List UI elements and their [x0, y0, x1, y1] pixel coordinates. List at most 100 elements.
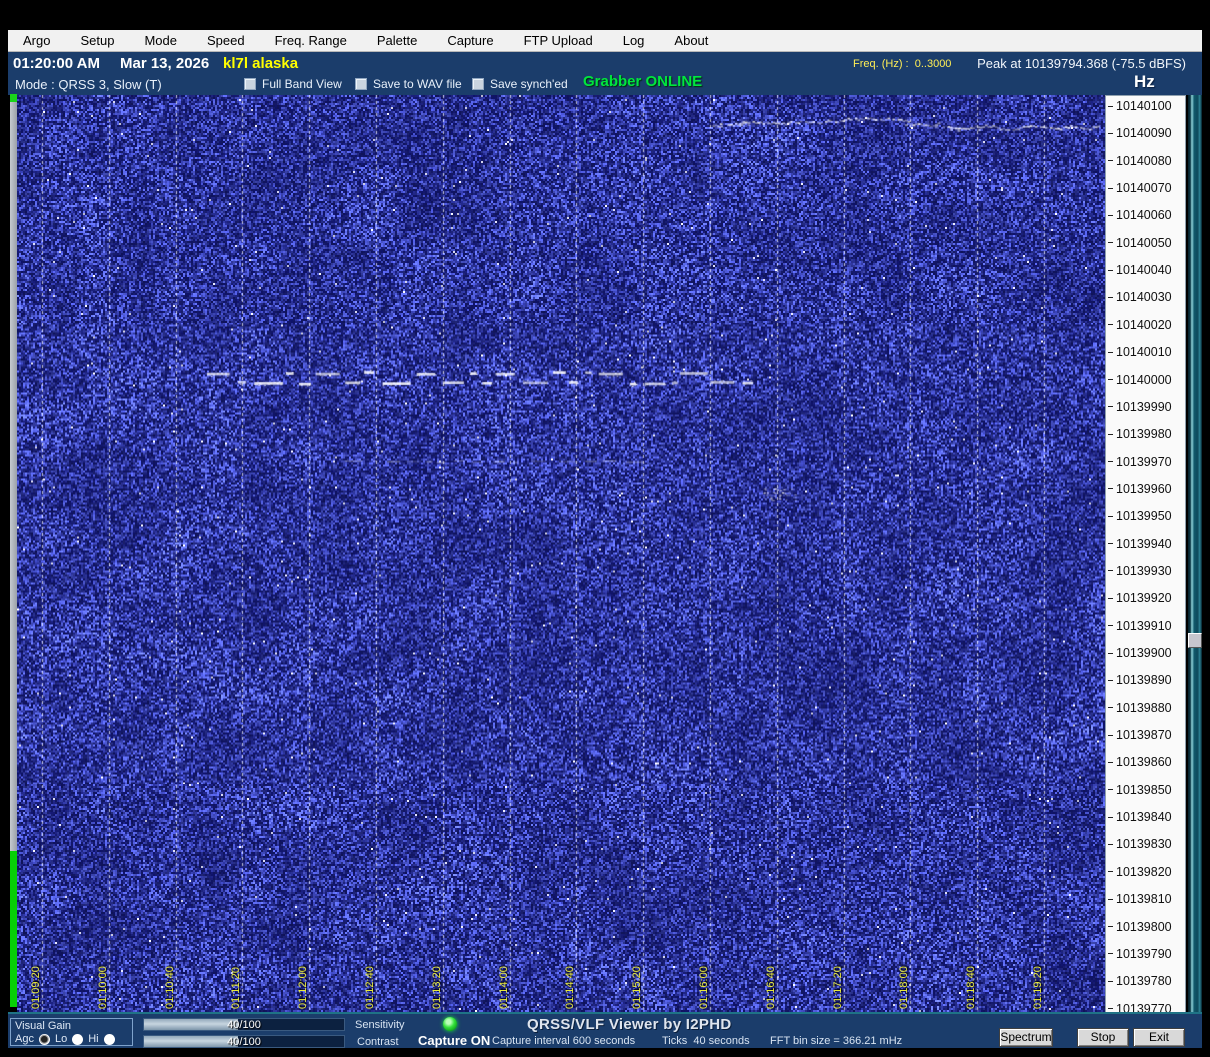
freq-tick-mark	[1108, 269, 1113, 271]
freq-tick-mark	[1108, 789, 1113, 791]
menu-item-ftp-upload[interactable]: FTP Upload	[509, 33, 608, 48]
freq-value: 10140060	[1116, 208, 1172, 223]
freq-value: 10139840	[1116, 810, 1172, 825]
grabber-online-status: Grabber ONLINE	[583, 73, 703, 90]
freq-value: 10139790	[1116, 946, 1172, 961]
freq-scale-label: 10139790	[1108, 946, 1172, 961]
menu-item-argo[interactable]: Argo	[8, 33, 65, 48]
time-label: 01:12:00	[297, 966, 309, 1009]
freq-value: 10139860	[1116, 755, 1172, 770]
scrollbar-thumb[interactable]	[1188, 633, 1202, 648]
time-label: 01:09:20	[30, 966, 42, 1009]
freq-tick-mark	[1108, 105, 1113, 107]
freq-tick-mark	[1108, 898, 1113, 900]
time-label: 01:17:20	[832, 966, 844, 1009]
progress-top-cap	[10, 94, 17, 102]
freq-scale-label: 10139800	[1108, 920, 1172, 934]
freq-scale-label: 10139980	[1108, 427, 1172, 442]
freq-tick-mark	[1108, 843, 1113, 845]
freq-scale-label: 10139990	[1108, 400, 1172, 414]
sensitivity-value: 40/100	[227, 1019, 261, 1031]
contrast-slider[interactable]: 40/100	[143, 1035, 345, 1048]
freq-tick-mark	[1108, 543, 1113, 545]
visual-gain-group: Visual Gain Agc Lo Hi	[10, 1018, 133, 1046]
freq-tick-mark	[1108, 597, 1113, 599]
menu-item-about[interactable]: About	[659, 33, 723, 48]
freq-value: 10139910	[1116, 618, 1172, 633]
menu-item-mode[interactable]: Mode	[129, 33, 192, 48]
freq-tick-mark	[1108, 1008, 1113, 1010]
freq-tick-mark	[1108, 980, 1113, 982]
freq-unit-label: Hz	[1134, 72, 1155, 91]
spectrum-button[interactable]: Spectrum	[999, 1028, 1053, 1047]
freq-tick-mark	[1108, 926, 1113, 927]
freq-scale-label: 10139950	[1108, 509, 1172, 524]
freq-value: 10140090	[1116, 126, 1172, 141]
menu-item-setup[interactable]: Setup	[65, 33, 129, 48]
freq-tick-mark	[1108, 707, 1113, 709]
menu-item-palette[interactable]: Palette	[362, 33, 432, 48]
menu-item-capture[interactable]: Capture	[432, 33, 508, 48]
menu-item-freq-range[interactable]: Freq. Range	[260, 33, 362, 48]
menu-bar: Argo Setup Mode Speed Freq. Range Palett…	[8, 30, 1202, 52]
freq-tick-mark	[1108, 625, 1113, 627]
freq-scale-label: 10139970	[1108, 455, 1172, 469]
visual-gain-title: Visual Gain	[15, 1020, 72, 1032]
freq-scale-label: 10140010	[1108, 345, 1172, 359]
freq-tick-mark	[1108, 160, 1113, 162]
time-label: 01:18:00	[898, 966, 910, 1009]
waterfall: 01:09:20 01:10:00 01:10:40 01:11:20 01:12:00…	[17, 95, 1105, 1012]
app-title: QRSS/VLF Viewer by I2PHD	[527, 1016, 732, 1033]
menu-item-speed[interactable]: Speed	[192, 33, 260, 48]
freq-tick-mark	[1108, 488, 1113, 490]
checkbox-full-band-view[interactable]: Full Band View	[244, 77, 342, 91]
freq-value: 10139940	[1116, 536, 1172, 551]
freq-value: 10139920	[1116, 591, 1172, 606]
radio-agc[interactable]	[38, 1033, 50, 1045]
sensitivity-slider[interactable]: 40/100	[143, 1018, 345, 1031]
fft-bin-size-text: FFT bin size = 366.21 mHz	[770, 1035, 903, 1047]
capture-interval-text: Capture interval 600 seconds	[492, 1035, 636, 1047]
freq-value: 10139980	[1116, 427, 1172, 442]
time-label: 01:15:20	[631, 966, 643, 1009]
checkbox-save-to-wav[interactable]: Save to WAV file	[355, 77, 462, 91]
checkbox-icon[interactable]	[472, 78, 484, 90]
freq-tick-mark	[1108, 187, 1113, 189]
frequency-scrollbar[interactable]	[1188, 95, 1202, 1014]
radio-hi[interactable]	[103, 1033, 115, 1045]
freq-scale-label: 10140020	[1108, 318, 1172, 332]
freq-value: 10139960	[1116, 481, 1172, 496]
time-label: 01:16:00	[698, 966, 710, 1009]
freq-tick-mark	[1108, 132, 1113, 134]
contrast-value: 40/100	[227, 1036, 261, 1048]
radio-lo[interactable]	[72, 1033, 84, 1045]
freq-value: 10139830	[1116, 837, 1172, 852]
freq-value: 10140080	[1116, 153, 1172, 168]
capture-progress-bar	[10, 94, 17, 1007]
checkbox-icon[interactable]	[244, 78, 256, 90]
freq-scale-label: 10140100	[1108, 99, 1172, 113]
freq-scale-label: 10140070	[1108, 181, 1172, 195]
contrast-label: Contrast	[357, 1036, 399, 1048]
checkbox-save-synched[interactable]: Save synch'ed	[472, 77, 568, 91]
freq-scale-label: 10139890	[1108, 673, 1172, 687]
exit-button[interactable]: Exit	[1133, 1028, 1185, 1047]
freq-tick-mark	[1108, 406, 1113, 408]
freq-scale-label: 10140030	[1108, 290, 1172, 304]
freq-value: 10139950	[1116, 509, 1172, 524]
radio-label-hi: Hi	[88, 1033, 99, 1045]
capture-state-text: Capture ON	[418, 1033, 491, 1048]
time-label: 01:10:00	[97, 966, 109, 1009]
freq-value: 10140040	[1116, 263, 1172, 278]
time-label: 01:16:40	[765, 966, 777, 1009]
freq-tick-mark	[1108, 351, 1113, 353]
stop-button[interactable]: Stop	[1077, 1028, 1129, 1047]
freq-tick-mark	[1108, 433, 1113, 435]
waterfall-overlay-canvas	[17, 95, 1105, 1012]
freq-tick-mark	[1108, 214, 1113, 216]
freq-tick-mark	[1108, 652, 1113, 654]
checkbox-icon[interactable]	[355, 78, 367, 90]
peak-readout: Peak at 10139794.368 (-75.5 dBFS)	[977, 56, 1186, 71]
freq-scale-label: 10139870	[1108, 728, 1172, 742]
menu-item-log[interactable]: Log	[608, 33, 660, 48]
